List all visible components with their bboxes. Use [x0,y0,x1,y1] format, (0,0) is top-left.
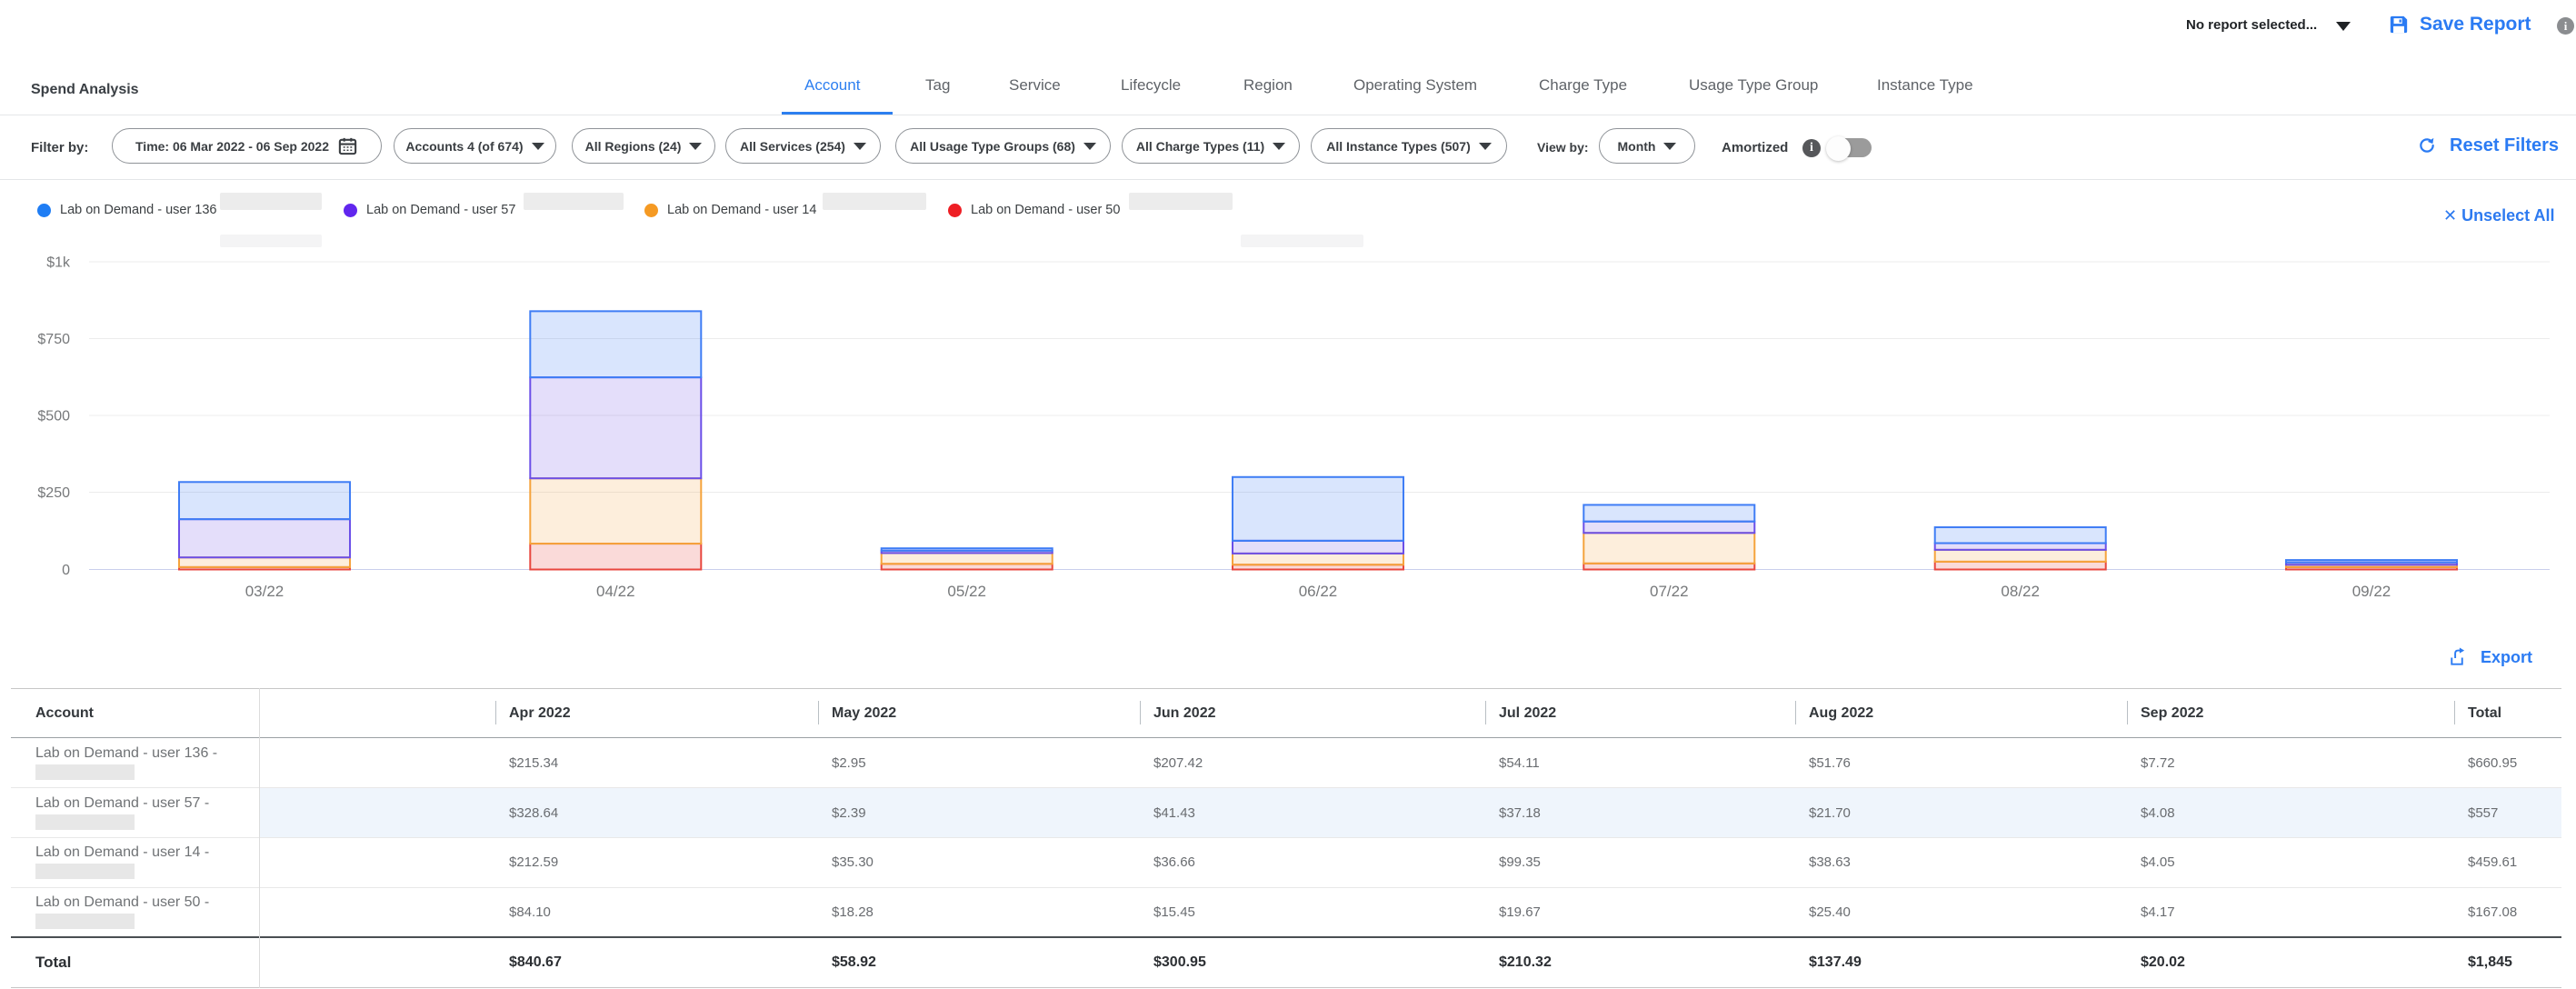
svg-text:07/22: 07/22 [1650,583,1689,600]
svg-text:03/22: 03/22 [245,583,285,600]
svg-text:04/22: 04/22 [596,583,635,600]
svg-text:0: 0 [62,563,70,578]
svg-text:09/22: 09/22 [2352,583,2391,600]
svg-text:$750: $750 [37,332,70,347]
svg-text:06/22: 06/22 [1299,583,1338,600]
svg-text:08/22: 08/22 [2001,583,2040,600]
svg-text:$250: $250 [37,485,70,501]
svg-text:05/22: 05/22 [947,583,986,600]
svg-text:$1k: $1k [46,255,71,271]
svg-text:$500: $500 [37,409,70,425]
